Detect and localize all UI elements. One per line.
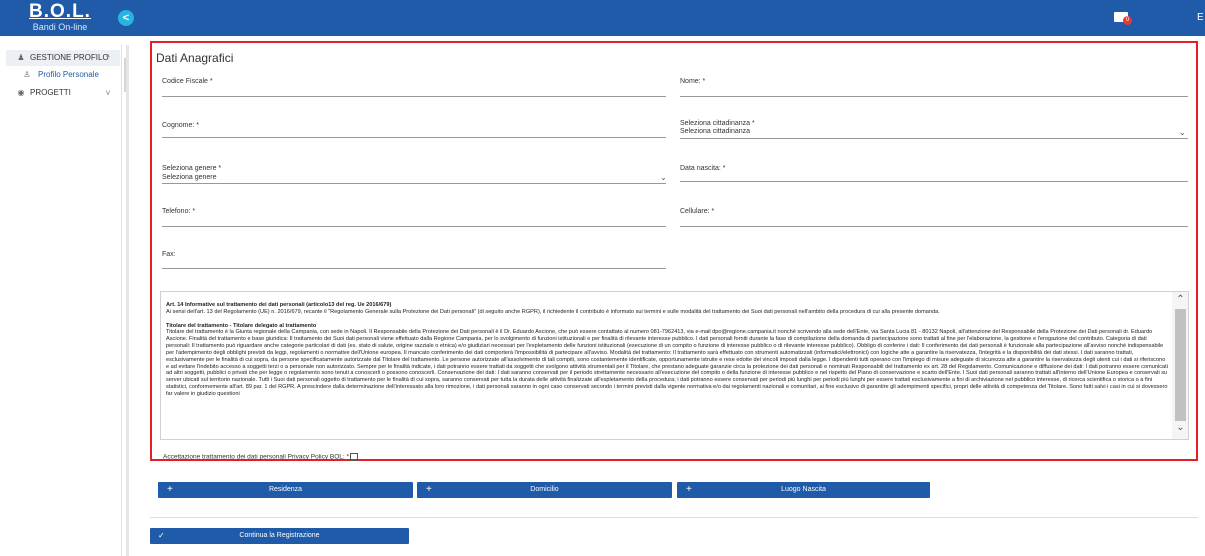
user-menu-trigger[interactable]: E [1197, 12, 1204, 23]
privacy-heading: Art. 14 Informative sul trattamento dei … [166, 302, 392, 308]
cittadinanza-select[interactable]: Seleziona cittadinanza [680, 128, 750, 135]
privacy-section-title: Titolare del trattamento - Titolare dele… [166, 322, 317, 329]
chevron-down-icon[interactable]: ⌄ [660, 173, 667, 182]
privacy-intro: Ai sensi dell'art. 13 del Regolamento (U… [166, 308, 940, 315]
plus-icon: + [167, 484, 173, 495]
sidebar-item-label: Profilo Personale [38, 70, 99, 79]
genere-select[interactable]: Seleziona genere [162, 174, 217, 181]
top-bar: B.O.L. Bandi On-line < 0 E [0, 0, 1205, 36]
domicilio-button[interactable]: + Domicilio [417, 482, 672, 498]
plus-icon: + [426, 484, 432, 495]
domicilio-button-label: Domicilio [530, 486, 559, 493]
privacy-accept-checkbox[interactable] [350, 453, 359, 461]
privacy-body: Titolare del trattamento è la Giunta reg… [166, 329, 1168, 397]
privacy-accept-label: Accettazione trattamento dei dati person… [163, 453, 350, 461]
data-nascita-label: Data nascita: * [680, 165, 726, 172]
sidebar-item-profilo-personale[interactable]: ♙ Profilo Personale [6, 67, 120, 83]
luogo-nascita-button[interactable]: + Luogo Nascita [677, 482, 930, 498]
residenza-button[interactable]: + Residenza [158, 482, 413, 498]
sidebar-item-label: PROGETTI [30, 88, 71, 97]
data-nascita-input[interactable] [680, 181, 1188, 182]
bol-logo[interactable]: B.O.L. Bandi On-line [10, 2, 110, 34]
sidebar-item-label: GESTIONE PROFILO [30, 53, 109, 62]
person-icon: ♟ [17, 53, 25, 62]
logo-title: B.O.L. [29, 1, 91, 22]
genere-underline [162, 183, 666, 184]
mail-icon[interactable]: 0 [1114, 10, 1132, 25]
divider [150, 517, 1198, 518]
chevron-down-icon: v [106, 88, 110, 97]
privacy-accept-row: Accettazione trattamento dei dati person… [163, 453, 359, 461]
chevron-up-icon: ^ [106, 53, 110, 62]
residenza-button-label: Residenza [268, 486, 303, 493]
privacy-policy-textarea[interactable]: Art. 14 Informative sul trattamento dei … [160, 291, 1189, 440]
chevron-up-icon[interactable]: ⌃ [1172, 294, 1188, 305]
chevron-down-icon[interactable]: ⌄ [1172, 422, 1188, 433]
continua-button-label: Continua la Registrazione [239, 532, 320, 539]
sidebar: ♟ GESTIONE PROFILO ^ ♙ Profilo Personale… [0, 45, 122, 556]
logo-subtitle: Bandi On-line [32, 22, 88, 32]
privacy-policy-text: Art. 14 Informative sul trattamento dei … [166, 302, 1169, 398]
collapse-sidebar-button[interactable]: < [118, 10, 134, 26]
codice-fiscale-label: Codice Fiscale * [162, 78, 213, 85]
sidebar-item-progetti[interactable]: ◉ PROGETTI v [6, 85, 120, 101]
plus-icon: + [686, 484, 692, 495]
mail-count-badge: 0 [1123, 16, 1132, 25]
cellulare-label: Cellulare: * [680, 208, 715, 215]
cittadinanza-label: Seleziona cittadinanza * [680, 120, 755, 127]
cellulare-input[interactable] [680, 226, 1188, 227]
sidebar-scrollbar[interactable] [126, 45, 129, 556]
telefono-label: Telefono: * [162, 208, 196, 215]
cognome-input[interactable] [162, 137, 666, 138]
page-title: Dati Anagrafici [156, 51, 234, 65]
cognome-label: Cognome: * [162, 122, 199, 129]
sidebar-item-gestione-profilo[interactable]: ♟ GESTIONE PROFILO ^ [6, 50, 120, 66]
nome-label: Nome: * [680, 78, 706, 85]
fax-input[interactable] [162, 268, 666, 269]
privacy-scrollbar[interactable]: ⌃ ⌄ [1172, 292, 1188, 439]
nome-input[interactable] [680, 96, 1188, 97]
cittadinanza-underline [680, 138, 1188, 139]
globe-icon: ◉ [17, 88, 25, 97]
fax-label: Fax: [162, 251, 176, 258]
telefono-input[interactable] [162, 226, 666, 227]
people-icon: ♙ [23, 70, 31, 79]
continua-registrazione-button[interactable]: ✓ Continua la Registrazione [150, 528, 409, 544]
scroll-thumb[interactable] [1175, 309, 1186, 421]
sidebar-scroll-thumb[interactable] [124, 58, 126, 92]
genere-label: Seleziona genere * [162, 165, 222, 172]
check-icon: ✓ [158, 531, 165, 540]
codice-fiscale-input[interactable] [162, 96, 666, 97]
chevron-down-icon[interactable]: ⌄ [1179, 128, 1186, 137]
luogo-nascita-button-label: Luogo Nascita [781, 486, 826, 493]
